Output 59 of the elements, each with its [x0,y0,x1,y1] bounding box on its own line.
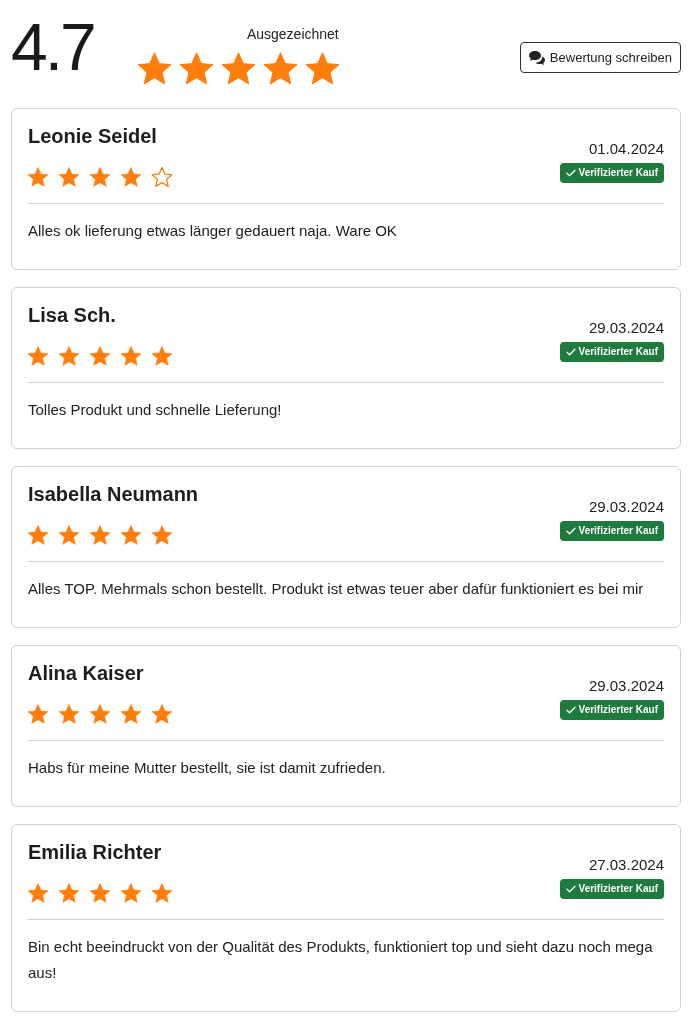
write-review-button[interactable]: Bewertung schreiben [519,42,681,73]
star-icon [59,704,79,724]
chat-bubbles-icon [528,50,545,65]
checkmark-icon [565,706,576,714]
reviewer-name: Emilia Richter [28,840,163,865]
star-icon [90,525,110,545]
star-icon [152,525,172,545]
star-icon [305,52,339,85]
badge-text: Verifizierter Kauf [578,168,658,178]
star-icon [28,346,48,366]
star-icon [59,525,79,545]
review-text: Alles TOP. Mehrmals schon bestellt. Produkt ist etwas teuer aber dafür funktioniert es bei mir [28,579,645,599]
star-icon [152,346,172,366]
review-text: Habs für meine Mutter bestellt, sie ist damit zufrieden. [28,758,387,778]
star-icon [59,883,79,903]
star-icon [179,52,213,85]
star-icon [90,883,110,903]
star-icon [90,346,110,366]
review-date: 29.03.2024 [588,319,664,337]
review-text: Tolles Produkt und schnelle Lieferung! [28,400,283,420]
reviewer-name: Isabella Neumann [28,482,199,507]
checkmark-icon [565,348,576,356]
badge-text: Verifizierter Kauf [578,347,658,357]
star-icon [121,167,141,187]
rating-label: Ausgezeichnet [246,26,339,42]
checkmark-icon [565,885,576,893]
average-score: 4.7 [11,14,94,80]
review-date: 01.04.2024 [588,140,664,158]
star-icon [90,704,110,724]
star-icon [121,883,141,903]
review-text: Bin echt beeindruckt von der Qualität des Produkts, funktioniert top und sieht dazu noch mega aus! [28,937,654,983]
star-icon [90,167,110,187]
star-icon [263,52,297,85]
star-icon [59,167,79,187]
star-icon [28,883,48,903]
badge-text: Verifizierter Kauf [578,884,658,894]
reviewer-name: Lisa Sch. [28,303,117,328]
checkmark-icon [565,527,576,535]
review-date: 29.03.2024 [588,498,664,516]
badge-text: Verifizierter Kauf [578,705,658,715]
review-date: 27.03.2024 [588,856,664,874]
star-icon [28,167,48,187]
reviewer-name: Alina Kaiser [28,661,145,686]
reviewer-name: Leonie Seidel [28,124,158,149]
star-icon [59,346,79,366]
star-icon [152,704,172,724]
star-icon [28,704,48,724]
star-icon [221,52,255,85]
star-icon [121,704,141,724]
checkmark-icon [565,169,576,177]
badge-text: Verifizierter Kauf [578,526,658,536]
star-icon [137,52,171,85]
star-icon [28,525,48,545]
review-text: Alles ok lieferung etwas länger gedauert naja. Ware OK [28,221,398,241]
star-outline-icon [152,167,172,187]
star-icon [121,525,141,545]
star-icon [152,883,172,903]
review-date: 29.03.2024 [588,677,664,695]
star-icon [121,346,141,366]
